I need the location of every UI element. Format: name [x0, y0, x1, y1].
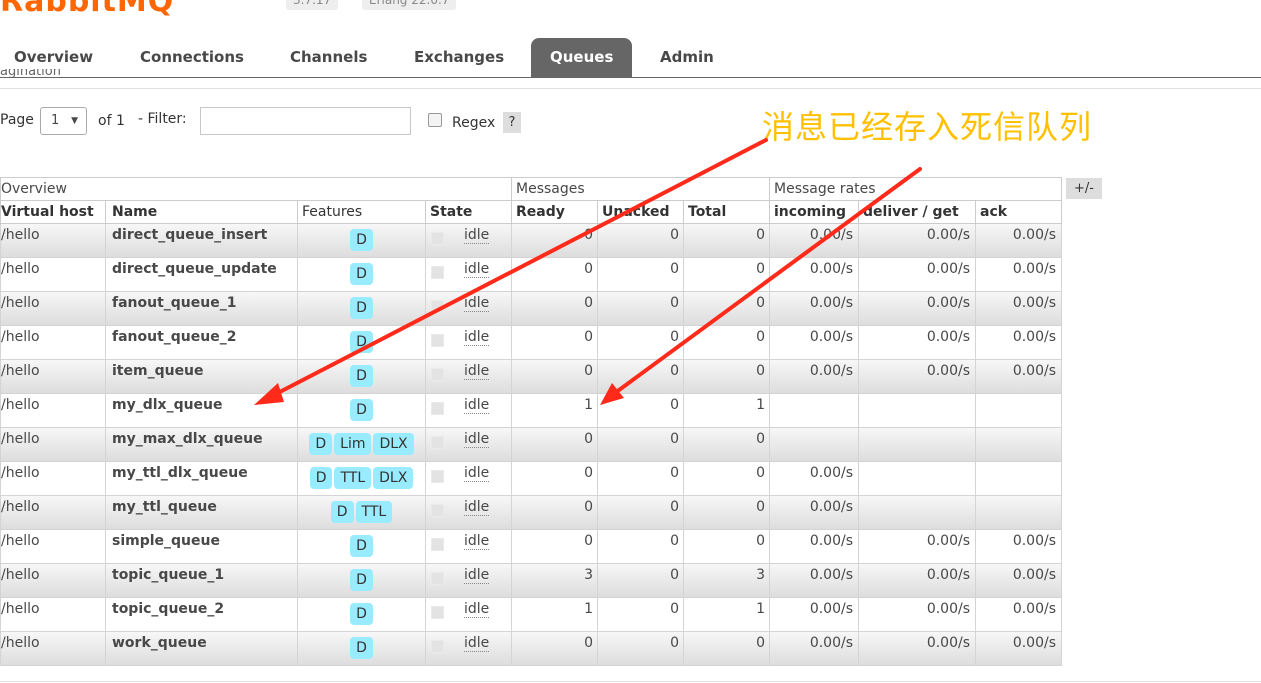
annotation-arrows	[254, 138, 922, 405]
arrow-line	[270, 138, 768, 398]
arrowhead-icon	[600, 383, 624, 405]
arrow-to-dlx-queue	[254, 138, 768, 405]
arrowhead-icon	[254, 383, 284, 405]
arrow-line	[613, 167, 922, 395]
arrow-to-ready-count	[600, 167, 922, 405]
